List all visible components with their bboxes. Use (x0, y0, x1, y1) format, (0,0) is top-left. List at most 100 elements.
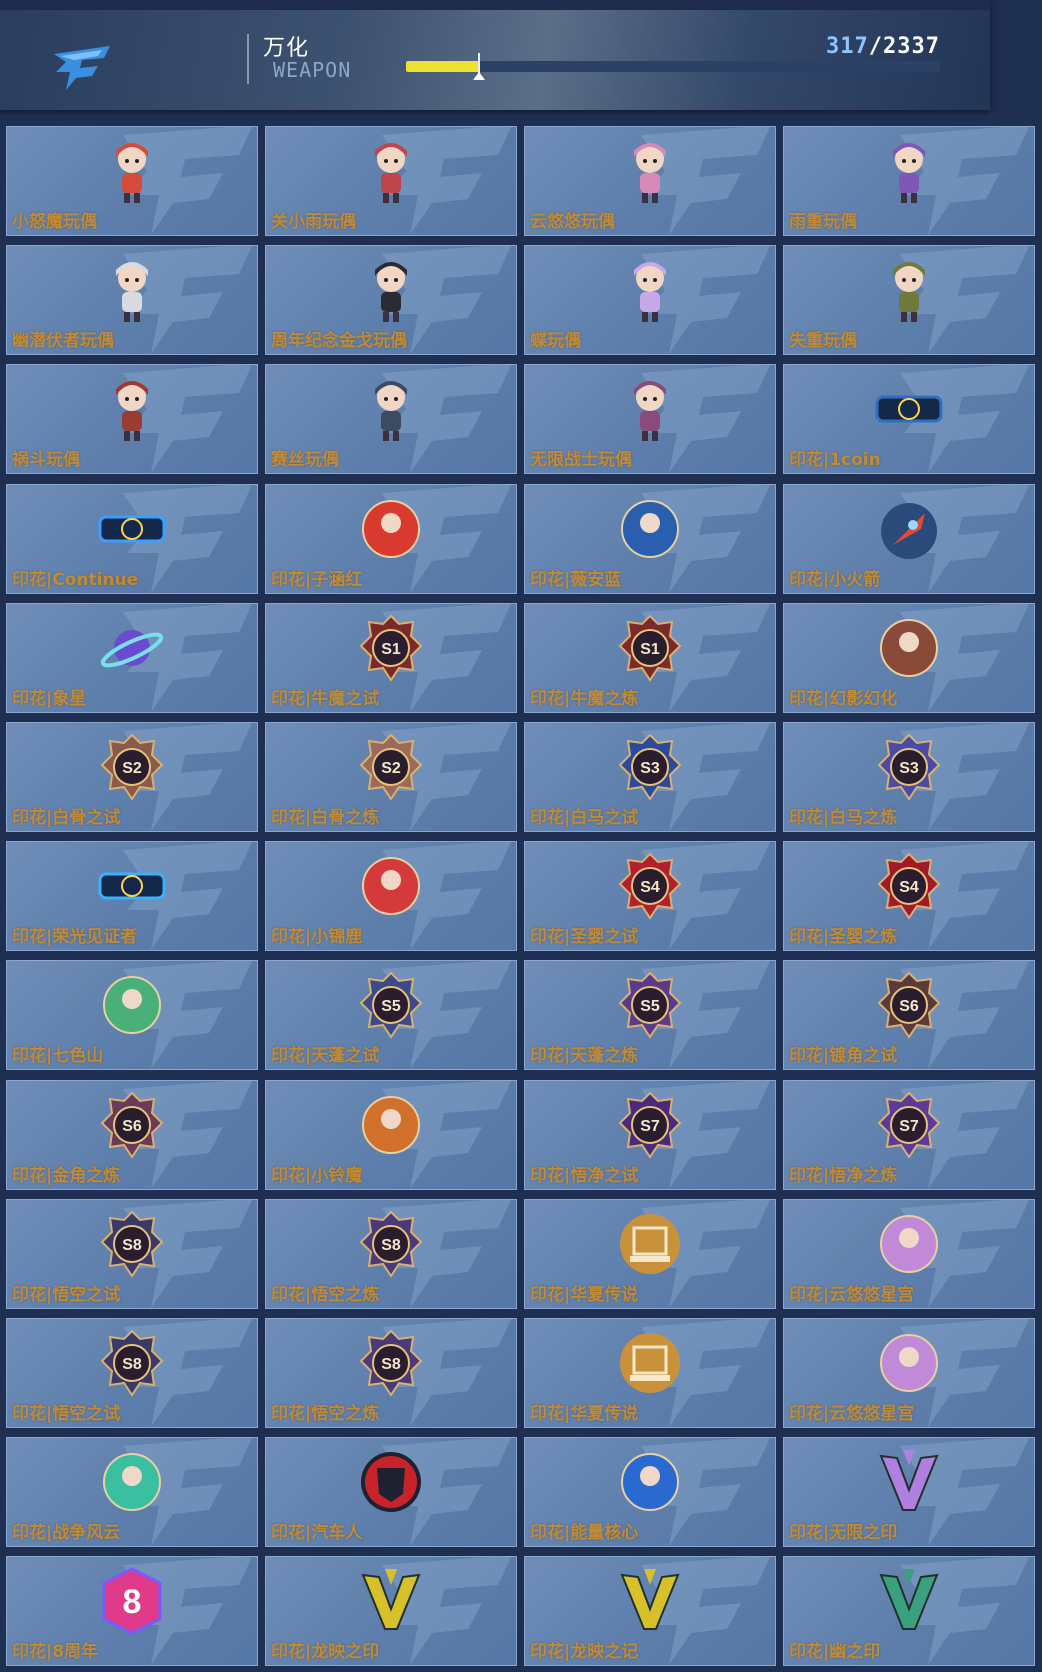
item-card[interactable]: S7 印花|悟净之试 (524, 1079, 776, 1190)
item-card[interactable]: S4 印花|圣婴之炼 (783, 841, 1035, 952)
item-card[interactable]: S3 印花|白马之试 (524, 722, 776, 832)
item-card[interactable]: 雨重玩偶 (783, 126, 1035, 236)
item-card[interactable]: 印花|无限之印 (783, 1437, 1035, 1548)
collection-progress-bar (406, 53, 940, 80)
item-card[interactable]: 无限战士玩偶 (524, 364, 776, 475)
item-label: 印花|白马之炼 (789, 808, 898, 828)
svg-text:S8: S8 (381, 1356, 401, 1373)
item-card[interactable]: S6 印花|金角之炼 (6, 1079, 258, 1190)
autobot-icon (361, 1452, 421, 1513)
item-card[interactable]: 幽潜伏者玩偶 (6, 245, 258, 356)
item-card[interactable]: 印花|云悠悠星宫 (783, 1198, 1035, 1309)
item-label: 小怒魔玩偶 (12, 212, 97, 232)
chibi-doll-icon (116, 381, 148, 442)
item-label: 印花|圣婴之炼 (789, 927, 898, 948)
item-card[interactable]: 印花|七色山 (6, 960, 258, 1071)
item-card[interactable]: 印花|能量核心 (524, 1437, 776, 1548)
item-label: 印花|子涵红 (271, 569, 363, 590)
item-card[interactable]: 印花|龙映之印 (265, 1556, 517, 1667)
chibi-doll-icon (893, 143, 925, 203)
item-label: 印花|白骨之炼 (271, 808, 380, 828)
item-card[interactable]: 赛丝玩偶 (265, 364, 517, 475)
item-card[interactable]: 印花|1coin (783, 364, 1035, 475)
item-card[interactable]: S1 印花|牛魔之炼 (524, 602, 776, 713)
item-card[interactable]: 蝶玩偶 (524, 245, 776, 356)
item-card[interactable]: 印花|华夏传说 (524, 1318, 776, 1428)
cf-logo-icon (54, 46, 110, 90)
item-card[interactable]: S5 印花|天蓬之炼 (524, 960, 776, 1071)
aircraft-icon (103, 1453, 161, 1512)
item-card[interactable]: 小怒魔玩偶 (6, 126, 258, 236)
item-card[interactable]: 关小雨玩偶 (265, 126, 517, 236)
item-label: 蝶玩偶 (530, 331, 581, 352)
item-card[interactable]: 印花|龙映之记 (524, 1556, 776, 1667)
svg-text:S4: S4 (640, 879, 660, 896)
item-card[interactable]: S6 印花|镀角之试 (783, 960, 1035, 1071)
item-card[interactable]: 印花|小火箭 (783, 483, 1035, 594)
item-card[interactable]: 云悠悠玩偶 (524, 126, 776, 236)
item-card[interactable]: 印花|华夏传说 (524, 1198, 776, 1309)
item-label: 祸斗玩偶 (12, 450, 80, 471)
item-label: 印花|华夏传说 (530, 1284, 639, 1305)
item-card[interactable]: 印花|荣光见证者 (6, 841, 258, 952)
item-card[interactable]: S8 印花|悟空之试 (6, 1198, 258, 1309)
item-card[interactable]: 8 印花|8周年 (6, 1556, 258, 1667)
item-card[interactable]: S5 印花|天蓬之试 (265, 960, 517, 1071)
item-label: 印花|能量核心 (530, 1523, 639, 1544)
season-badge-icon: S3 (877, 733, 941, 801)
season-badge-icon: S6 (877, 971, 941, 1040)
item-card[interactable]: 印花|幻影幻化 (783, 602, 1035, 713)
season-badge-icon: S8 (359, 1210, 423, 1278)
item-card[interactable]: S8 印花|悟空之炼 (265, 1198, 517, 1309)
item-label: 印花|小铃魔 (271, 1165, 363, 1186)
svg-text:S7: S7 (640, 1118, 660, 1135)
item-card[interactable]: 印花|薇安蓝 (524, 483, 776, 594)
item-card[interactable]: S4 印花|圣婴之试 (524, 841, 776, 952)
season-badge-icon: S7 (618, 1091, 682, 1159)
portrait-badge-icon (880, 1214, 938, 1273)
svg-text:S8: S8 (122, 1356, 142, 1373)
item-card[interactable]: 印花|战争风云 (6, 1437, 258, 1548)
item-label: 印花|1coin (789, 450, 881, 471)
item-label: 印花|云悠悠星宫 (789, 1404, 915, 1424)
season-badge-icon: S8 (100, 1329, 164, 1397)
item-label: 印花|象星 (12, 688, 87, 709)
item-card[interactable]: 印花|Continue (6, 483, 258, 594)
svg-text:S2: S2 (122, 760, 142, 777)
season-badge-icon: S8 (100, 1210, 164, 1278)
item-card[interactable]: 周年纪念金戈玩偶 (265, 245, 517, 356)
chibi-doll-icon (375, 262, 407, 323)
season-badge-icon: S2 (100, 733, 164, 801)
item-label: 印花|天蓬之炼 (530, 1046, 639, 1067)
progress-fill (406, 61, 479, 72)
item-card[interactable]: 失重玩偶 (783, 245, 1035, 356)
header-bar: 万化 WEAPON 317/2337 (0, 0, 990, 110)
item-card[interactable]: 印花|幽之印 (783, 1556, 1035, 1667)
item-label: 印花|龙映之记 (530, 1642, 639, 1663)
season-badge-icon: S7 (877, 1091, 941, 1159)
item-card[interactable]: 印花|云悠悠星宫 (783, 1318, 1035, 1428)
item-label: 印花|七色山 (12, 1046, 104, 1067)
item-card[interactable]: 印花|汽车人 (265, 1437, 517, 1548)
trident-emblem-icon (361, 1569, 421, 1631)
item-card[interactable]: 印花|子涵红 (265, 483, 517, 594)
collection-count: 317/2337 (826, 34, 940, 59)
item-card[interactable]: S3 印花|白马之炼 (783, 722, 1035, 832)
item-card[interactable]: S2 印花|白骨之试 (6, 722, 258, 832)
item-card[interactable]: S2 印花|白骨之炼 (265, 722, 517, 832)
item-label: 印花|天蓬之试 (271, 1046, 380, 1067)
item-card[interactable]: S1 印花|牛魔之试 (265, 602, 517, 713)
item-card[interactable]: 印花|象星 (6, 602, 258, 713)
svg-text:S3: S3 (899, 760, 919, 777)
item-label: 印花|小锦鹿 (271, 927, 363, 948)
item-card[interactable]: 印花|小铃魔 (265, 1079, 517, 1190)
item-card[interactable]: S8 印花|悟空之炼 (265, 1318, 517, 1428)
svg-text:S5: S5 (640, 998, 660, 1015)
item-label: 印花|金角之炼 (12, 1165, 121, 1186)
item-label: 印花|战争风云 (12, 1523, 121, 1544)
item-card[interactable]: 印花|小锦鹿 (265, 841, 517, 952)
item-card[interactable]: S8 印花|悟空之试 (6, 1318, 258, 1428)
item-card[interactable]: S7 印花|悟净之炼 (783, 1079, 1035, 1190)
item-card[interactable]: 祸斗玩偶 (6, 364, 258, 475)
season-badge-icon: S5 (359, 971, 423, 1040)
